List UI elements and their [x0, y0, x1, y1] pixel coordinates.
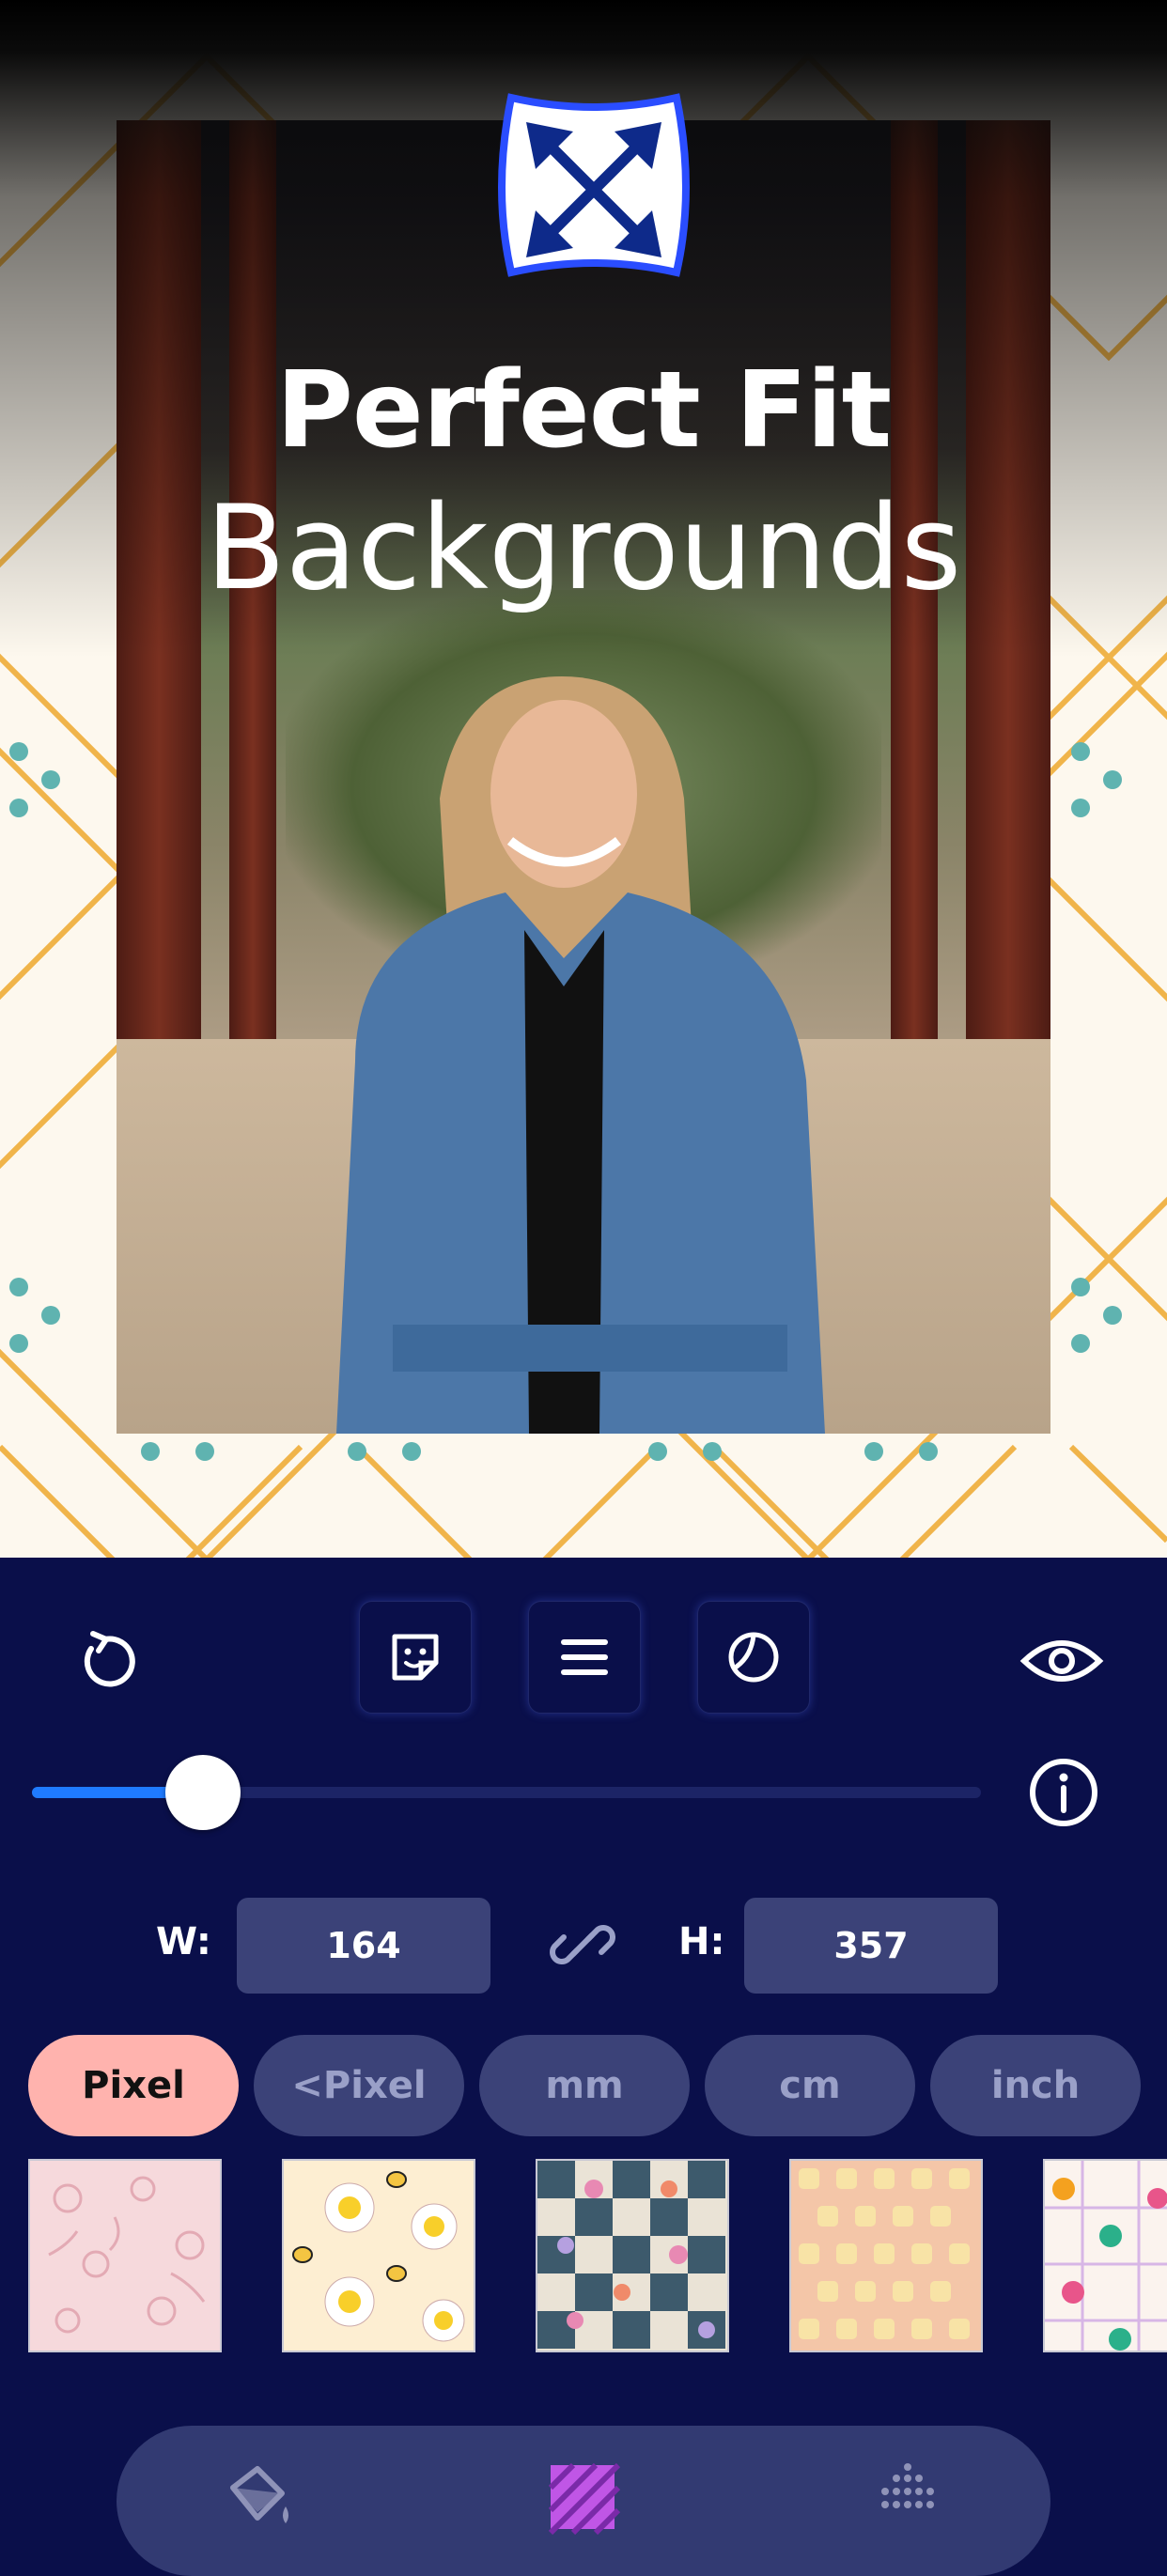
headline-subtitle: Backgrounds: [205, 481, 962, 616]
shape-icon: [728, 1632, 779, 1683]
dots-icon: [881, 2463, 934, 2508]
pattern-thumb-colorful-stars[interactable]: [1043, 2159, 1167, 2352]
headline-title: Perfect Fit: [275, 349, 892, 472]
unit-selector: Pixel <Pixel mm cm inch: [28, 2035, 1167, 2138]
expand-arrows-icon: [498, 93, 690, 277]
aspect-lock-button[interactable]: [545, 1907, 620, 1982]
menu-tool-button[interactable]: [528, 1601, 641, 1714]
pattern-thumb-wavy-checker[interactable]: [536, 2159, 729, 2352]
pattern-thumb-pink-floral[interactable]: [28, 2159, 222, 2352]
canvas-preview: Perfect Fit Backgrounds: [0, 0, 1167, 1558]
pattern-thumb-pastel-grid[interactable]: [789, 2159, 983, 2352]
pattern-icon: [548, 2462, 621, 2536]
unit-mm[interactable]: mm: [479, 2035, 690, 2136]
paint-bucket-icon: [230, 2466, 288, 2523]
sticker-tool-button[interactable]: [359, 1601, 472, 1714]
unit-pixel[interactable]: Pixel: [28, 2035, 239, 2136]
info-button[interactable]: [1026, 1755, 1101, 1830]
slider-thumb[interactable]: [165, 1755, 241, 1830]
size-slider[interactable]: [32, 1755, 981, 1830]
width-field[interactable]: 164: [237, 1898, 490, 1994]
nav-gradient-button[interactable]: [870, 2460, 945, 2535]
eye-icon: [1019, 1640, 1104, 1682]
height-field[interactable]: 357: [744, 1898, 998, 1994]
person-cutout: [336, 676, 825, 1434]
undo-icon: [84, 1631, 135, 1687]
preview-button[interactable]: [1017, 1622, 1107, 1700]
unit-cm[interactable]: cm: [705, 2035, 915, 2136]
nav-fill-button[interactable]: [220, 2460, 295, 2535]
nav-pattern-button[interactable]: [545, 2460, 621, 2536]
undo-button[interactable]: [66, 1622, 145, 1700]
menu-icon: [561, 1639, 608, 1675]
bottom-navigation: [117, 2426, 1050, 2576]
sticker-icon: [392, 1634, 439, 1681]
pattern-list: [28, 2159, 1167, 2356]
info-icon: [1030, 1759, 1097, 1826]
pattern-thumb-daisy-bee[interactable]: [282, 2159, 475, 2352]
unit-less-pixel[interactable]: <Pixel: [254, 2035, 464, 2136]
unit-inch[interactable]: inch: [930, 2035, 1141, 2136]
width-label: W:: [156, 1920, 211, 1963]
height-label: H:: [678, 1920, 725, 1963]
shape-tool-button[interactable]: [697, 1601, 810, 1714]
link-icon: [550, 1925, 615, 1964]
